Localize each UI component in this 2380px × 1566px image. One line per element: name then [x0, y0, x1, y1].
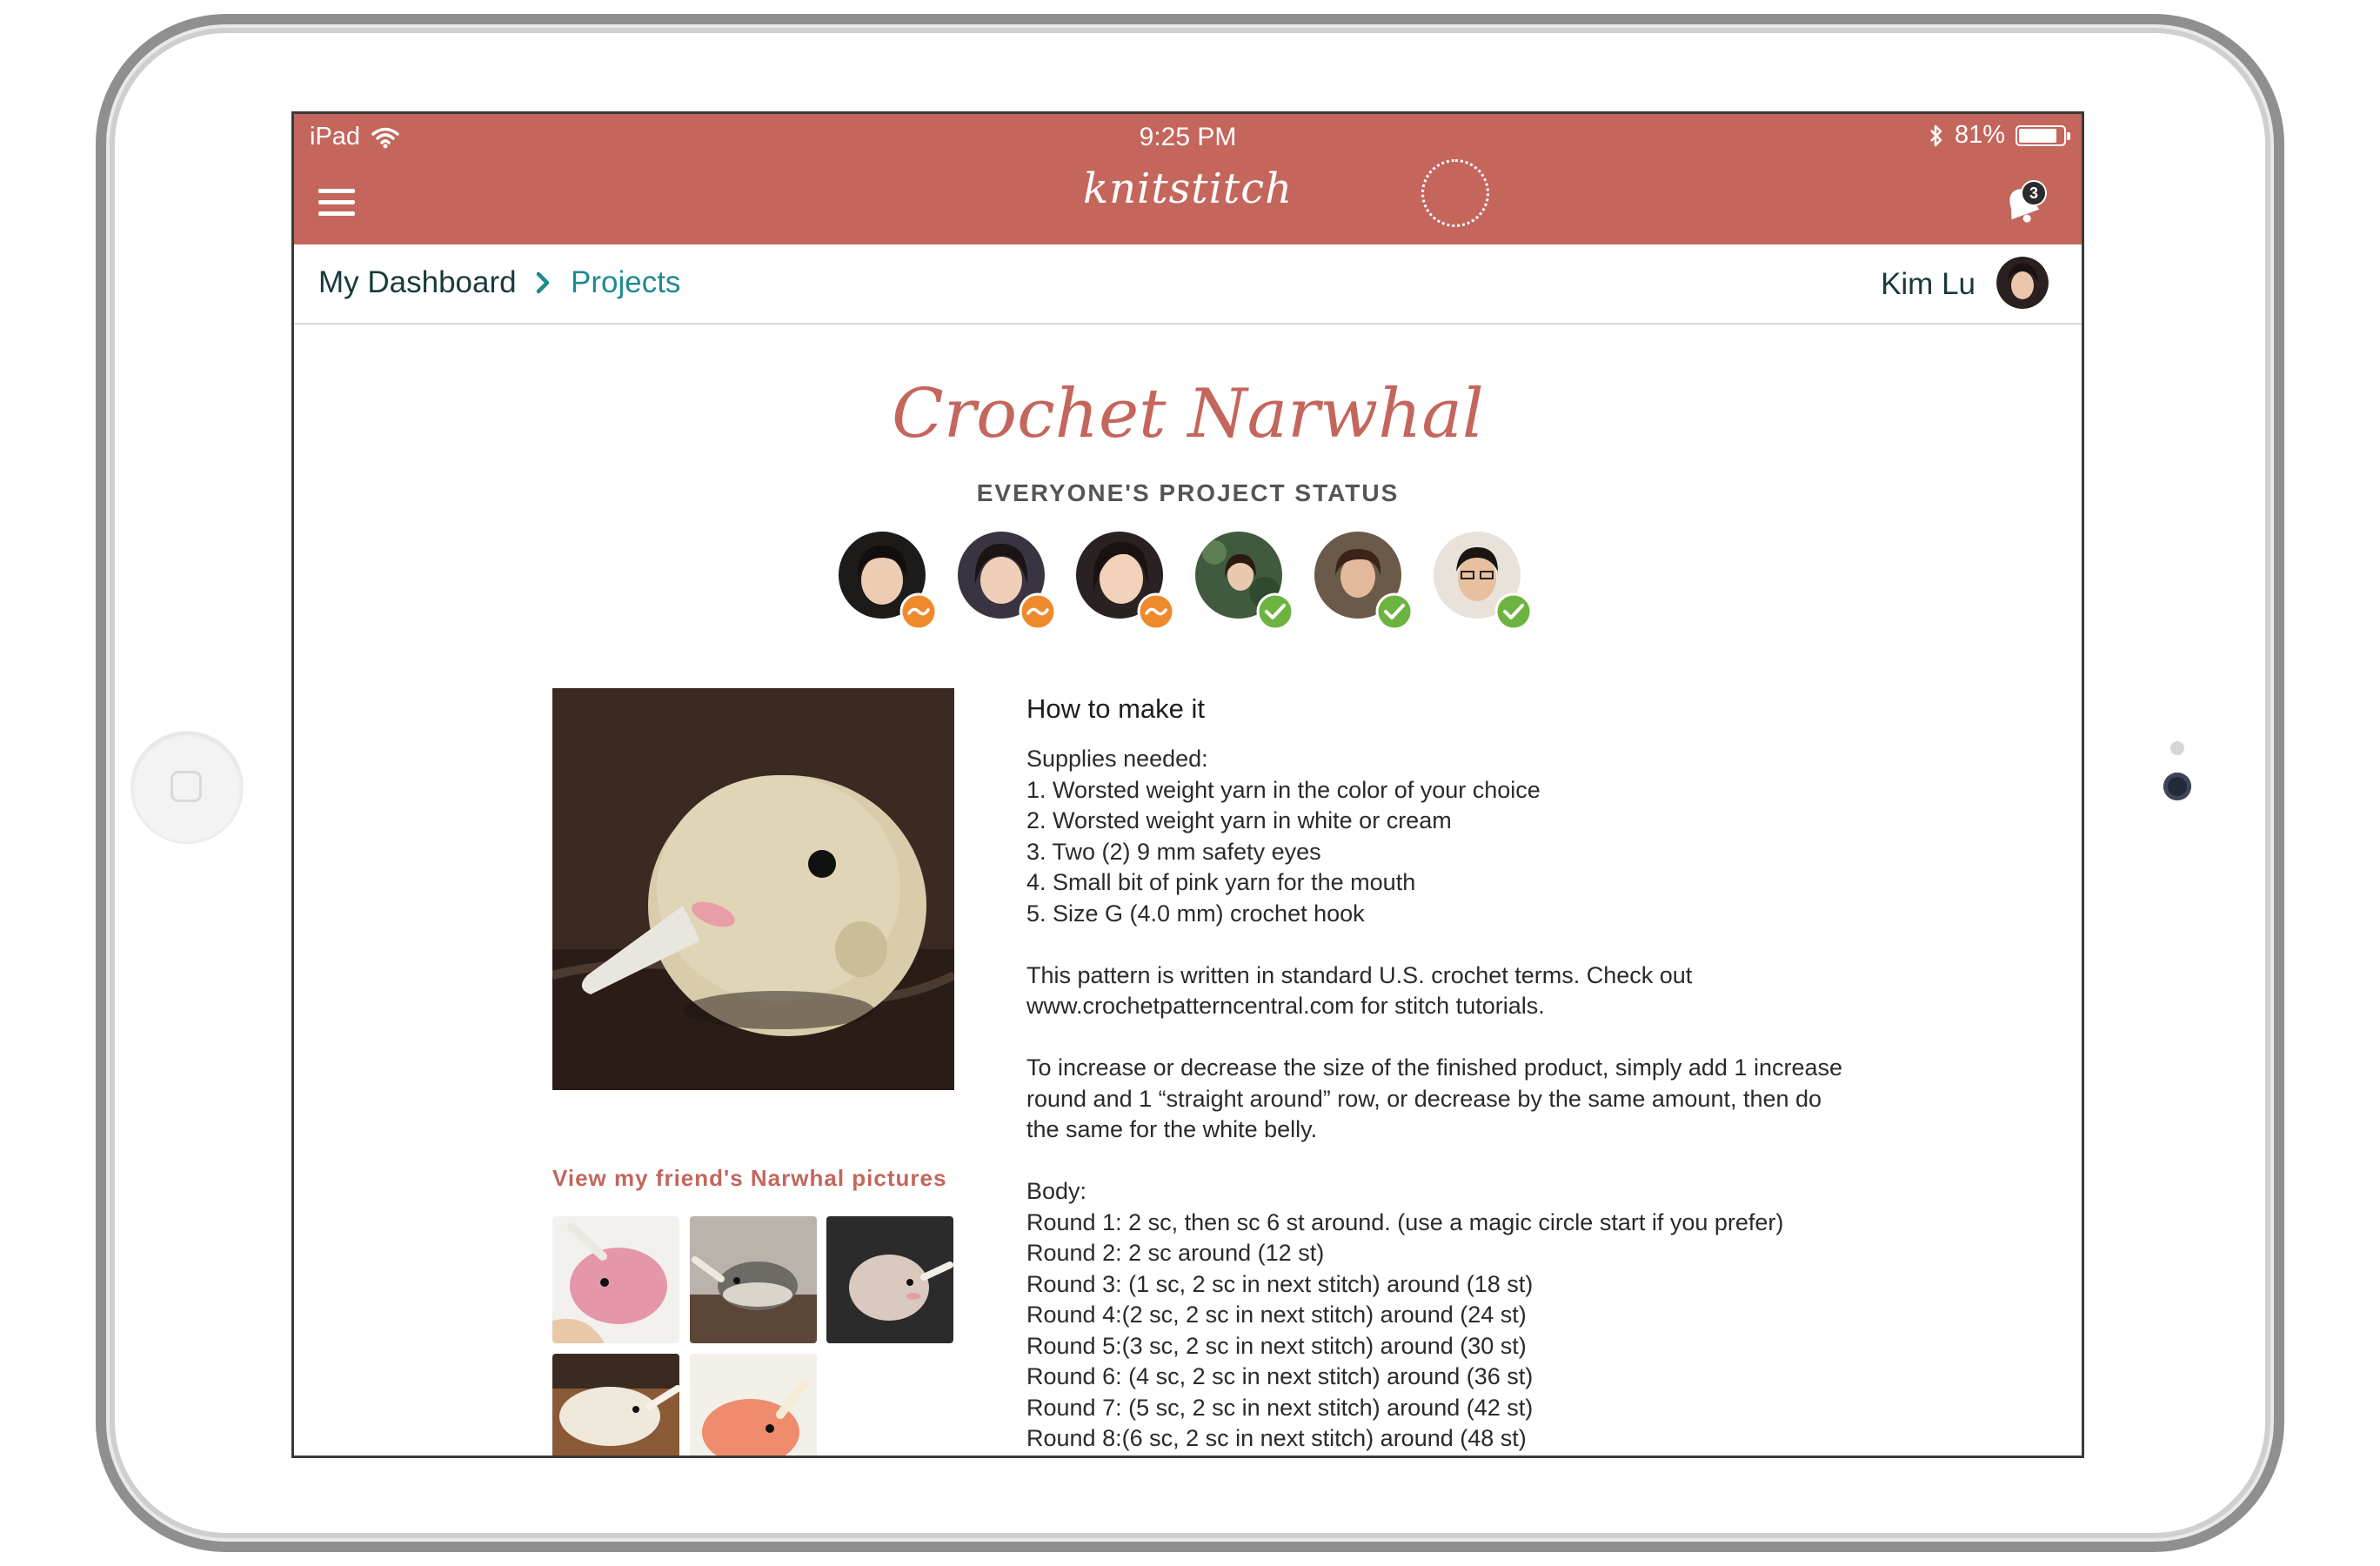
- status-time: 9:25 PM: [1139, 123, 1237, 151]
- participant-avatar[interactable]: [1434, 532, 1533, 631]
- in-progress-icon: [899, 592, 938, 631]
- supplies-heading: Supplies needed:: [1026, 746, 1208, 772]
- size-note-line: To increase or decrease the size of the …: [1026, 1054, 1843, 1081]
- status-heading: EVERYONE'S PROJECT STATUS: [976, 479, 1400, 506]
- home-button[interactable]: [132, 733, 242, 842]
- notification-badge: 3: [2021, 180, 2047, 206]
- friend-photo-thumbnail[interactable]: [690, 1354, 817, 1458]
- front-camera: [2163, 773, 2191, 800]
- round-step: Round 8:(6 sc, 2 sc in next stitch) arou…: [1026, 1425, 1527, 1451]
- check-icon: [1375, 592, 1414, 631]
- project-title: Crochet Narwhal: [892, 375, 1484, 453]
- supply-item: 2. Worsted weight yarn in white or cream: [1026, 807, 1452, 833]
- round-step: Round 7: (5 sc, 2 sc in next stitch) aro…: [1026, 1394, 1534, 1421]
- terms-note-link[interactable]: www.crochetpatterncentral.com for stitch…: [1026, 991, 1862, 1022]
- body-heading: Body:: [1026, 1178, 1087, 1204]
- friend-photo-thumbnail[interactable]: [826, 1216, 953, 1343]
- user-name[interactable]: Kim Lu: [1881, 267, 1976, 302]
- participant-avatar[interactable]: [1314, 532, 1414, 631]
- terms-note-line: This pattern is written in standard U.S.…: [1026, 961, 1693, 988]
- check-icon: [1256, 592, 1294, 631]
- round-step: Round 3: (1 sc, 2 sc in next stitch) aro…: [1026, 1270, 1534, 1297]
- round-step: Round 2: 2 sc around (12 st): [1026, 1240, 1325, 1266]
- participant-avatar[interactable]: [1076, 532, 1175, 631]
- project-photo[interactable]: [552, 688, 954, 1090]
- battery-icon: [2016, 124, 2070, 146]
- instructions-title: How to make it: [1026, 693, 1206, 724]
- light-sensor: [2170, 741, 2184, 755]
- supply-item: 1. Worsted weight yarn in the color of y…: [1026, 776, 1541, 803]
- app-header: iPad 9:25 PM 81% knitstitch 3: [294, 114, 2082, 244]
- bluetooth-icon: [1930, 124, 1942, 146]
- breadcrumb: My Dashboard Projects Kim Lu: [294, 244, 2082, 325]
- status-right: 81%: [1929, 121, 2070, 150]
- battery-percent: 81%: [1954, 121, 2005, 149]
- chevron-right-icon: [536, 271, 550, 294]
- participant-avatar[interactable]: [839, 532, 938, 631]
- size-note-line: the same for the white belly.: [1026, 1116, 1318, 1142]
- supply-item: 3. Two (2) 9 mm safety eyes: [1026, 838, 1321, 865]
- size-note-line: round and 1 “straight around” row, or de…: [1026, 1085, 1822, 1112]
- user-avatar[interactable]: [1996, 257, 2049, 309]
- participant-avatar[interactable]: [958, 532, 1057, 631]
- app-screen: iPad 9:25 PM 81% knitstitch 3 My Dashboa…: [291, 111, 2084, 1458]
- friend-photo-thumbnail[interactable]: [690, 1216, 817, 1343]
- app-logo[interactable]: knitstitch: [294, 164, 2082, 213]
- round-step: Round 6: (4 sc, 2 sc in next stitch) aro…: [1026, 1363, 1534, 1389]
- supply-item: 5. Size G (4.0 mm) crochet hook: [1026, 900, 1365, 927]
- round-step: Round 4:(2 sc, 2 sc in next stitch) arou…: [1026, 1302, 1527, 1328]
- check-icon: [1494, 592, 1533, 631]
- friends-pictures-link[interactable]: View my friend's Narwhal pictures: [552, 1165, 946, 1192]
- round-step: Round 5:(3 sc, 2 sc in next stitch) arou…: [1026, 1332, 1527, 1359]
- supply-item: 4. Small bit of pink yarn for the mouth: [1026, 869, 1416, 895]
- instructions: How to make it Supplies needed: 1. Worst…: [1026, 693, 1862, 1455]
- in-progress-icon: [1019, 592, 1057, 631]
- round-step: Round 1: 2 sc, then sc 6 st around. (use…: [1026, 1208, 1784, 1235]
- breadcrumb-projects[interactable]: Projects: [571, 265, 680, 300]
- friend-photo-thumbnail[interactable]: [552, 1216, 679, 1343]
- friend-photo-thumbnail[interactable]: [552, 1354, 679, 1458]
- in-progress-icon: [1137, 592, 1175, 631]
- participant-avatar[interactable]: [1195, 532, 1294, 631]
- participant-list: [839, 523, 1561, 636]
- breadcrumb-dashboard[interactable]: My Dashboard: [318, 265, 517, 300]
